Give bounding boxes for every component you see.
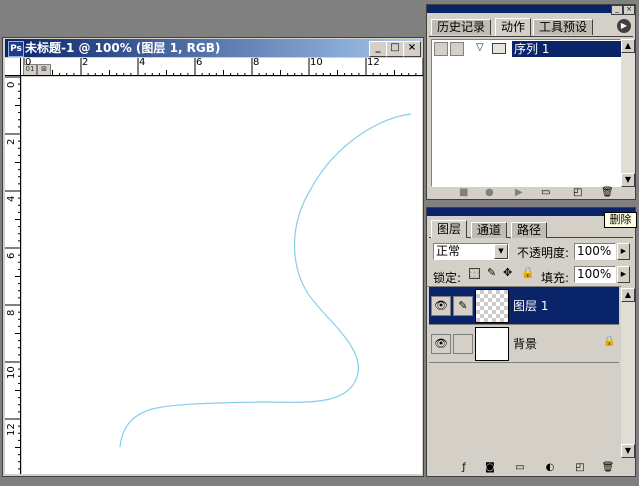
ruler-label: 12 [6,423,17,436]
play-icon[interactable]: ▶ [515,187,523,199]
ruler-label: 2 [6,138,17,145]
layers-toolbar: ƒ ◙ ▭ ◐ ◰ 🗑 [429,460,635,476]
adjustment-layer-icon[interactable]: ◐ [543,461,557,474]
palette-tab-strip: 历史记录 动作 工具预设 ▶ [429,17,633,37]
layer-row[interactable]: 👁 背景 🔒 [429,325,619,363]
palette-close-button[interactable]: × [623,5,635,15]
tab-history[interactable]: 历史记录 [431,19,492,35]
layer-thumbnail [475,289,509,323]
lock-all-icon[interactable]: 🔒 [521,266,535,279]
fill-input[interactable]: 100% [574,266,616,283]
delete-layer-trash-icon[interactable]: 🗑 [601,461,615,474]
fill-label: 填充: [541,271,570,285]
layer-row[interactable]: 👁 ✎ 图层 1 [429,287,619,325]
layer-mask-icon[interactable]: ◙ [483,461,497,474]
minimize-button[interactable]: _ [369,41,387,57]
actions-toolbar: ■ ● ▶ ▭ ◰ 🗑 [429,187,635,199]
eye-visibility-icon[interactable]: 👁 [431,334,451,354]
palette-menu-arrow-icon[interactable]: ▶ [617,19,631,33]
ruler-label: 6 [196,58,203,68]
document-canvas[interactable] [22,77,422,474]
layers-list: 👁 ✎ 图层 1 👁 背景 🔒 [427,286,621,460]
palette-title-bar[interactable]: _ × [427,5,635,15]
ruler-label: 12 [367,58,380,68]
eye-visibility-icon[interactable]: 👁 [431,296,451,316]
document-title-bar[interactable]: Ps 未标题-1 @ 100% (图层 1, RGB) _ □ × [5,39,421,57]
scroll-down-button[interactable]: ▼ [621,173,635,187]
vertical-scrollbar[interactable]: ▲ ▼ [621,39,635,187]
fill-slider-arrow-icon[interactable]: ▶ [617,266,630,283]
ruler-ticks-left [5,76,20,470]
new-action-icon[interactable]: ◰ [573,187,582,199]
palette-minimize-button[interactable]: _ [611,5,623,15]
layer-name[interactable]: 背景 [513,335,537,352]
action-set-label[interactable]: 序列 1 [512,41,622,57]
opacity-label: 不透明度: [517,246,570,260]
tab-channels[interactable]: 通道 [471,222,508,238]
document-title: 未标题-1 @ 100% (图层 1, RGB) [25,41,221,55]
horizontal-ruler[interactable]: 01 ⊠ 0 2 4 6 8 10 12 [21,58,423,76]
delete-tooltip: 删除 [604,212,637,228]
list-item[interactable]: ▽ 序列 1 [432,40,622,58]
ruler-label: 0 [25,58,32,68]
fill-value: 100% [577,267,612,281]
actions-palette: _ × 历史记录 动作 工具预设 ▶ ▽ 序列 1 ▲ ▼ ■ ● ▶ ▭ ◰ … [426,4,636,200]
layers-palette: 图层 通道 路径 正常 ▼ 不透明度: 100% ▶ 锁定: ✎ ✥ 🔒 填充:… [426,207,636,477]
lock-transparency-icon[interactable] [469,268,480,279]
vertical-scrollbar[interactable]: ▲ ▼ [621,288,635,458]
toggle-checkbox[interactable] [434,42,448,56]
close-button[interactable]: × [403,41,421,57]
maximize-button[interactable]: □ [386,41,404,57]
tab-paths[interactable]: 路径 [511,222,548,238]
palette-tab-strip: 图层 通道 路径 [429,220,633,238]
chevron-down-icon[interactable]: ▼ [494,244,508,259]
dialog-toggle[interactable] [450,42,464,56]
photoshop-app-icon: Ps [8,41,24,57]
layer-thumbnail [475,327,509,361]
vertical-ruler[interactable]: 0 2 4 6 8 10 12 [5,76,21,474]
new-set-folder-icon[interactable]: ▭ [541,187,550,199]
tab-layers[interactable]: 图层 [431,220,468,238]
drawn-path-stroke [119,113,412,448]
ruler-label: 10 [310,58,323,68]
mini-button-2[interactable]: ⊠ [37,64,51,75]
layer-name[interactable]: 图层 1 [513,297,548,314]
record-icon[interactable]: ● [485,187,494,199]
lock-icon: 🔒 [603,336,616,347]
ruler-label: 4 [139,58,146,68]
ruler-label: 6 [6,252,17,259]
opacity-slider-arrow-icon[interactable]: ▶ [617,243,630,260]
ruler-label: 8 [253,58,260,68]
scroll-up-button[interactable]: ▲ [621,39,635,53]
scroll-down-button[interactable]: ▼ [621,444,635,458]
stop-icon[interactable]: ■ [459,187,468,199]
folder-icon [492,43,506,54]
ruler-label: 0 [6,81,17,88]
layer-style-icon[interactable]: ƒ [457,461,471,474]
new-layer-icon[interactable]: ◰ [573,461,587,474]
link-slot[interactable] [453,334,473,354]
opacity-value: 100% [577,244,612,258]
blend-mode-value: 正常 [436,244,461,258]
new-group-folder-icon[interactable]: ▭ [513,461,527,474]
scroll-up-button[interactable]: ▲ [621,288,635,302]
lock-position-move-icon[interactable]: ✥ [503,266,512,279]
ruler-label: 10 [6,366,17,379]
tab-tool-presets[interactable]: 工具预设 [533,19,594,35]
ruler-label: 4 [6,195,17,202]
ruler-origin[interactable] [5,58,21,76]
opacity-input[interactable]: 100% [574,243,616,260]
ruler-label: 2 [82,58,89,68]
tab-actions[interactable]: 动作 [495,18,532,36]
document-window: Ps 未标题-1 @ 100% (图层 1, RGB) _ □ × 01 ⊠ 0… [2,37,424,477]
trash-icon[interactable]: 🗑 [601,187,614,199]
ruler-label: 8 [6,309,17,316]
blend-mode-select[interactable]: 正常 ▼ [433,243,509,260]
actions-list: ▽ 序列 1 [431,39,622,187]
lock-image-brush-icon[interactable]: ✎ [487,266,496,279]
canvas-drawing [119,113,412,448]
expand-triangle-icon[interactable]: ▽ [476,42,484,53]
paintbrush-icon[interactable]: ✎ [453,296,473,316]
lock-label: 锁定: [433,271,462,285]
